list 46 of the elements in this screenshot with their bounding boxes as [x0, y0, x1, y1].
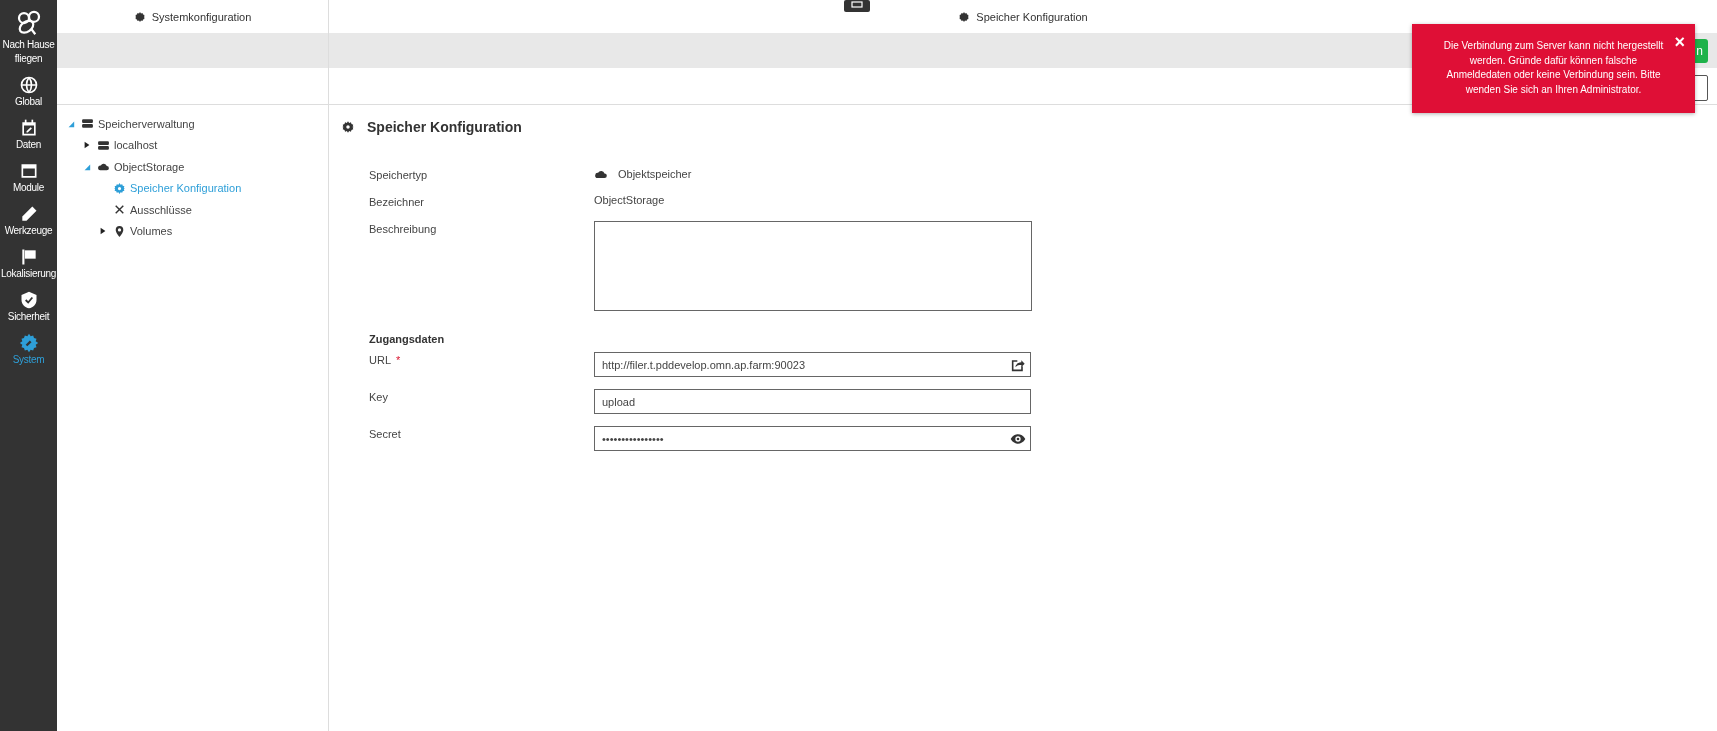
- tree-item[interactable]: Speicherverwaltung: [98, 117, 195, 130]
- expanded-triangle-icon[interactable]: [67, 119, 75, 128]
- toast-message: Die Verbindung zum Server kann nicht hergestellt werden. Gründe dafür können falsche Anmeldedaten oder keine Verbindung sein. Bitte wenden Sie sich an Ihren Administrator.: [1442, 39, 1665, 97]
- gear-icon: [958, 10, 971, 23]
- expanded-triangle-icon[interactable]: [83, 162, 91, 171]
- server-icon: [97, 138, 110, 152]
- field-label: Secret: [369, 428, 401, 442]
- nav-item[interactable]: Werkzeuge: [0, 204, 57, 238]
- collapsed-triangle-icon[interactable]: [83, 141, 91, 150]
- field-label: Speichertyp: [369, 169, 428, 181]
- field-label: URL: [369, 354, 391, 368]
- panel-title: Speicher Konfiguration: [976, 10, 1088, 23]
- nav-item[interactable]: Daten: [0, 118, 57, 152]
- nav-item[interactable]: Sicherheit: [0, 290, 57, 324]
- form-title: Speicher Konfiguration: [367, 119, 522, 135]
- nav-item[interactable]: Nach Hause fliegen: [0, 8, 57, 66]
- description-field[interactable]: [594, 221, 1032, 311]
- input-field[interactable]: upload: [594, 389, 1031, 414]
- input-field[interactable]: http://filer.t.pddevelop.omn.ap.farm:90023: [594, 352, 1031, 377]
- field-value: Objektspeicher: [618, 168, 692, 180]
- gear-icon: [133, 10, 146, 23]
- input-field[interactable]: ••••••••••••••••: [594, 426, 1031, 451]
- nav-item[interactable]: Lokalisierung: [0, 247, 57, 281]
- server-icon: [81, 117, 94, 131]
- panel-title: Systemkonfiguration: [151, 10, 252, 23]
- required-mark: *: [396, 354, 401, 368]
- field-label: Key: [369, 391, 388, 405]
- globe-icon: [18, 75, 39, 95]
- collapsed-triangle-icon[interactable]: [99, 227, 107, 236]
- field-label: Bezeichner: [369, 196, 425, 208]
- gear-icon: [18, 333, 39, 353]
- gear-icon: [341, 120, 355, 134]
- tree-item[interactable]: Ausschlüsse: [130, 203, 192, 216]
- field-value: ObjectStorage: [594, 194, 665, 206]
- screen-share-icon[interactable]: [844, 0, 870, 12]
- tree-item[interactable]: ObjectStorage: [114, 160, 185, 173]
- nav-item[interactable]: Global: [0, 75, 57, 109]
- field-label: Beschreibung: [369, 223, 437, 237]
- close-button[interactable]: ×: [1674, 32, 1685, 52]
- nav-item[interactable]: System: [0, 333, 57, 367]
- nav-item[interactable]: Module: [0, 161, 57, 195]
- tree-item[interactable]: localhost: [114, 139, 158, 152]
- map-pin-icon: [113, 224, 126, 238]
- tree-item[interactable]: Volumes: [130, 225, 173, 238]
- section-heading: Zugangsdaten: [369, 333, 445, 347]
- gear-icon: [113, 181, 126, 195]
